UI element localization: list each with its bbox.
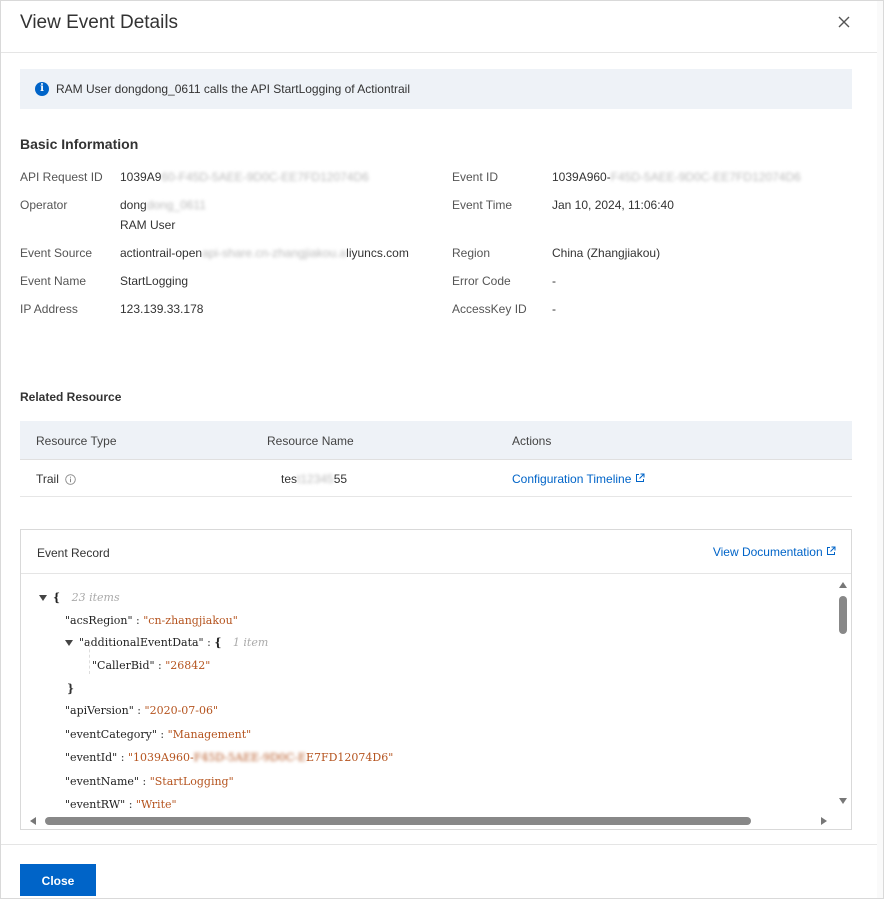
dialog-title: View Event Details: [20, 12, 179, 33]
json-line: }: [67, 682, 75, 695]
external-link-icon: [635, 472, 645, 486]
view-documentation-link[interactable]: View Documentation: [713, 545, 836, 559]
resource-type-cell: Trail: [36, 472, 76, 488]
ip-address-label: IP Address: [20, 302, 78, 316]
event-record-title: Event Record: [37, 546, 110, 560]
api-request-id-value: 1039A960-F45D-5AEE-9D0C-EE7FD12074D6: [120, 170, 369, 184]
json-line: "acsRegion" : "cn-zhangjiakou": [65, 614, 238, 627]
operator-label: Operator: [20, 198, 68, 212]
accesskey-id-label: AccessKey ID: [452, 302, 527, 316]
region-value: China (Zhangjiakou): [552, 246, 661, 260]
event-details-dialog: View Event Details i RAM User dongdong_0…: [0, 0, 884, 899]
json-line: "eventName" : "StartLogging": [65, 775, 234, 788]
event-id-label: Event ID: [452, 170, 499, 184]
json-line: "CallerBid" : "26842": [92, 659, 211, 672]
event-name-label: Event Name: [20, 274, 87, 288]
dialog-scrollbar[interactable]: [877, 1, 883, 898]
collapse-triangle-icon[interactable]: [39, 595, 47, 601]
table-row: Trail test1234555 Configuration Timeline: [20, 460, 852, 497]
json-line: "eventId" : "1039A960-F45D-5AEE-9D0C-EE7…: [65, 751, 394, 764]
vertical-scrollbar[interactable]: [835, 574, 851, 814]
ip-address-value: 123.139.33.178: [120, 302, 204, 316]
api-request-id-label: API Request ID: [20, 170, 103, 184]
operator-type: RAM User: [120, 218, 176, 232]
footer-divider: [1, 844, 877, 845]
event-time-label: Event Time: [452, 198, 513, 212]
table-header: Resource Type Resource Name Actions: [20, 421, 852, 460]
column-resource-name: Resource Name: [267, 434, 354, 448]
event-time-value: Jan 10, 2024, 11:06:40: [552, 198, 674, 212]
event-name-value: StartLogging: [120, 274, 189, 288]
json-line: "eventCategory" : "Management": [65, 728, 252, 741]
horizontal-scrollbar[interactable]: [21, 814, 835, 829]
column-resource-type: Resource Type: [36, 434, 117, 448]
json-viewer[interactable]: { 23 items "acsRegion" : "cn-zhangjiakou…: [21, 574, 835, 814]
json-line: "apiVersion" : "2020-07-06": [65, 704, 219, 717]
related-resource-heading: Related Resource: [20, 390, 122, 404]
accesskey-id-value: -: [552, 302, 556, 316]
scroll-down-arrow-icon[interactable]: [839, 798, 847, 804]
resource-name-cell: test1234555: [281, 472, 348, 486]
external-link-icon: [826, 545, 836, 559]
vertical-scroll-thumb[interactable]: [839, 596, 847, 634]
close-icon[interactable]: [835, 13, 853, 31]
event-source-label: Event Source: [20, 246, 93, 260]
event-source-value: actiontrail-openapi-share.cn-zhangjiakou…: [120, 246, 409, 260]
operator-value: dongdong_0611: [120, 198, 206, 212]
scroll-right-arrow-icon[interactable]: [821, 817, 827, 825]
region-label: Region: [452, 246, 491, 260]
indent-guide: [89, 644, 91, 674]
event-record-header: Event Record View Documentation: [21, 530, 851, 574]
notice-text: RAM User dongdong_0611 calls the API Sta…: [56, 82, 410, 96]
notice-banner: i RAM User dongdong_0611 calls the API S…: [20, 69, 852, 109]
error-code-value: -: [552, 274, 556, 288]
horizontal-scroll-thumb[interactable]: [45, 817, 751, 825]
close-button[interactable]: Close: [20, 864, 96, 896]
dialog-header: View Event Details: [1, 1, 877, 53]
json-line: "eventRW" : "Write": [65, 798, 177, 811]
scroll-left-arrow-icon[interactable]: [30, 817, 36, 825]
event-record-panel: Event Record View Documentation { 23 ite…: [20, 529, 852, 830]
column-actions: Actions: [512, 434, 552, 448]
error-code-label: Error Code: [452, 274, 511, 288]
json-line[interactable]: "additionalEventData" : { 1 item: [65, 636, 268, 649]
info-circle-icon[interactable]: [65, 474, 76, 488]
scroll-up-arrow-icon[interactable]: [839, 582, 847, 588]
configuration-timeline-link[interactable]: Configuration Timeline: [512, 472, 645, 486]
basic-information-heading: Basic Information: [20, 136, 139, 152]
json-root-line[interactable]: { 23 items: [39, 591, 120, 604]
collapse-triangle-icon[interactable]: [65, 640, 73, 646]
event-id-value: 1039A960-F45D-5AEE-9D0C-EE7FD12074D6: [552, 170, 801, 184]
info-icon: i: [35, 82, 49, 96]
